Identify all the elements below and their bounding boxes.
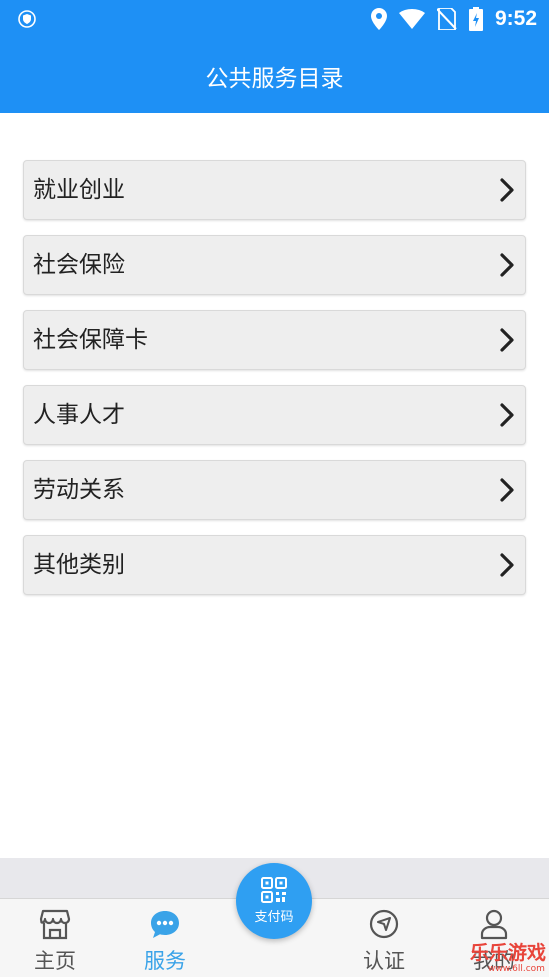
battery-icon bbox=[468, 7, 483, 31]
chevron-right-icon bbox=[500, 553, 514, 577]
menu-item-label: 其他类别 bbox=[33, 552, 125, 578]
tab-label: 认证 bbox=[363, 949, 405, 973]
tab-label: 服务 bbox=[144, 949, 186, 973]
store-icon bbox=[39, 909, 71, 940]
chevron-right-icon bbox=[500, 178, 514, 202]
tab-label: 我的 bbox=[473, 949, 515, 973]
pay-code-button[interactable]: 支付码 bbox=[236, 863, 312, 939]
tab-auth[interactable]: 认证 bbox=[339, 899, 429, 977]
chevron-right-icon bbox=[500, 328, 514, 352]
location-icon bbox=[370, 8, 387, 30]
status-time: 9:52 bbox=[494, 7, 537, 30]
chevron-right-icon bbox=[500, 478, 514, 502]
pay-code-label: 支付码 bbox=[254, 910, 294, 925]
tab-service[interactable]: 服务 bbox=[120, 899, 210, 977]
status-icons: 9:52 bbox=[370, 0, 537, 38]
menu-item-label: 社会保险 bbox=[33, 252, 125, 278]
chevron-right-icon bbox=[500, 253, 514, 277]
service-menu-list: 就业创业 社会保险 社会保障卡 人事人才 劳动关系 其他类别 bbox=[23, 160, 526, 610]
no-sim-icon bbox=[436, 8, 457, 30]
menu-item-other[interactable]: 其他类别 bbox=[23, 535, 526, 595]
chevron-right-icon bbox=[500, 403, 514, 427]
status-bar: 9:52 bbox=[0, 0, 549, 38]
qr-code-icon bbox=[261, 877, 287, 903]
menu-item-social-security-card[interactable]: 社会保障卡 bbox=[23, 310, 526, 370]
user-icon bbox=[480, 909, 508, 940]
title-bar: 公共服务目录 bbox=[0, 38, 549, 113]
menu-item-label: 人事人才 bbox=[33, 402, 125, 428]
wifi-icon bbox=[398, 9, 425, 29]
menu-item-label: 社会保障卡 bbox=[33, 327, 148, 353]
menu-item-labor-relations[interactable]: 劳动关系 bbox=[23, 460, 526, 520]
menu-item-employment[interactable]: 就业创业 bbox=[23, 160, 526, 220]
menu-item-social-insurance[interactable]: 社会保险 bbox=[23, 235, 526, 295]
menu-item-label: 劳动关系 bbox=[33, 477, 125, 503]
shield-icon bbox=[18, 10, 36, 28]
page-title: 公共服务目录 bbox=[205, 65, 344, 92]
navigation-icon bbox=[369, 909, 399, 939]
tab-label: 主页 bbox=[34, 949, 76, 973]
tab-home[interactable]: 主页 bbox=[10, 899, 100, 977]
tab-mine[interactable]: 我的 bbox=[449, 899, 539, 977]
menu-item-label: 就业创业 bbox=[33, 177, 125, 203]
menu-item-personnel[interactable]: 人事人才 bbox=[23, 385, 526, 445]
chat-icon bbox=[151, 911, 179, 938]
